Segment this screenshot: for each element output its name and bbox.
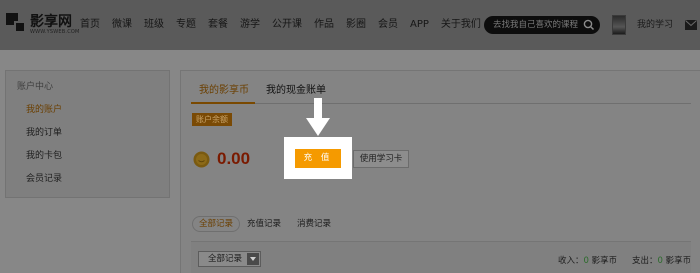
sidebar-title: 账户中心 <box>17 82 54 92</box>
tab-my-coins[interactable]: 我的影享币 <box>199 84 249 98</box>
nav-item-circle[interactable]: 影圈 <box>346 18 366 32</box>
logo-subtext: WWW.YSWEB.COM <box>30 29 80 35</box>
nav-item-package[interactable]: 套餐 <box>208 18 228 32</box>
expense-unit: 影享币 <box>665 256 692 266</box>
subtab-consumption-records[interactable]: 消费记录 <box>297 218 331 230</box>
tab-cash-bill[interactable]: 我的现金账单 <box>266 84 326 98</box>
income-label: 收入： <box>558 256 584 266</box>
avatar[interactable] <box>612 15 626 35</box>
nav-item-member[interactable]: 会员 <box>378 18 398 32</box>
top-navigation-bar: 影享网 WWW.YSWEB.COM 首页 微课 班级 专题 套餐 游学 公开课 … <box>0 0 700 50</box>
main-nav: 首页 微课 班级 专题 套餐 游学 公开课 作品 影圈 会员 APP 关于我们 <box>80 18 493 32</box>
search-icon[interactable] <box>582 18 596 32</box>
nav-item-micro-course[interactable]: 微课 <box>112 18 132 32</box>
nav-item-topic[interactable]: 专题 <box>176 18 196 32</box>
use-study-card-button[interactable]: 使用学习卡 <box>353 150 409 168</box>
balance-badge: 账户余额 <box>192 113 232 126</box>
sidebar-item-my-account[interactable]: 我的账户 <box>26 104 62 116</box>
nav-item-works[interactable]: 作品 <box>314 18 334 32</box>
site-logo[interactable]: 影享网 WWW.YSWEB.COM <box>6 11 79 39</box>
account-sidebar: 账户中心 我的账户 我的订单 我的卡包 会员记录 <box>5 70 170 198</box>
nav-item-home[interactable]: 首页 <box>80 18 100 32</box>
recharge-button[interactable]: 充 值 <box>295 149 341 168</box>
mail-icon[interactable] <box>685 20 697 30</box>
subtab-recharge-records[interactable]: 充值记录 <box>247 218 281 230</box>
expense-label: 支出： <box>632 256 658 266</box>
chevron-down-icon[interactable] <box>247 253 259 265</box>
income-value: 0 <box>583 256 589 266</box>
sidebar-item-my-cards[interactable]: 我的卡包 <box>26 150 62 162</box>
nav-item-about[interactable]: 关于我们 <box>441 18 481 32</box>
balance-amount: 0.00 <box>217 149 251 168</box>
nav-item-app[interactable]: APP <box>410 18 429 32</box>
record-type-select-value: 全部记录 <box>208 254 243 264</box>
sidebar-item-my-orders[interactable]: 我的订单 <box>26 127 62 139</box>
active-tab-underline <box>191 102 255 104</box>
subtab-all-records[interactable]: 全部记录 <box>192 216 241 232</box>
nav-item-study-tour[interactable]: 游学 <box>240 18 260 32</box>
account-main-panel: 我的影享币 我的现金账单 账户余额 0.00 充 值 使用学习卡 全部记录 充值… <box>180 70 700 273</box>
nav-item-class[interactable]: 班级 <box>144 18 164 32</box>
expense-value: 0 <box>657 256 663 266</box>
expense-summary: 支出：0 影享币 <box>632 255 691 267</box>
search-input[interactable]: 去找我自己喜欢的课程 <box>484 16 600 34</box>
record-type-select[interactable]: 全部记录 <box>198 251 261 267</box>
nav-item-open-course[interactable]: 公开课 <box>272 18 302 32</box>
income-summary: 收入：0 影享币 <box>558 255 617 267</box>
sidebar-item-member-records[interactable]: 会员记录 <box>26 173 62 185</box>
coin-icon <box>193 151 210 168</box>
income-unit: 影享币 <box>591 256 618 266</box>
logo-text: 影享网 <box>30 14 72 30</box>
down-arrow-icon <box>306 98 330 136</box>
my-study-link[interactable]: 我的学习 <box>637 19 673 31</box>
search-placeholder: 去找我自己喜欢的课程 <box>493 20 579 30</box>
logo-mark-icon <box>6 13 28 35</box>
tab-divider <box>191 103 691 104</box>
